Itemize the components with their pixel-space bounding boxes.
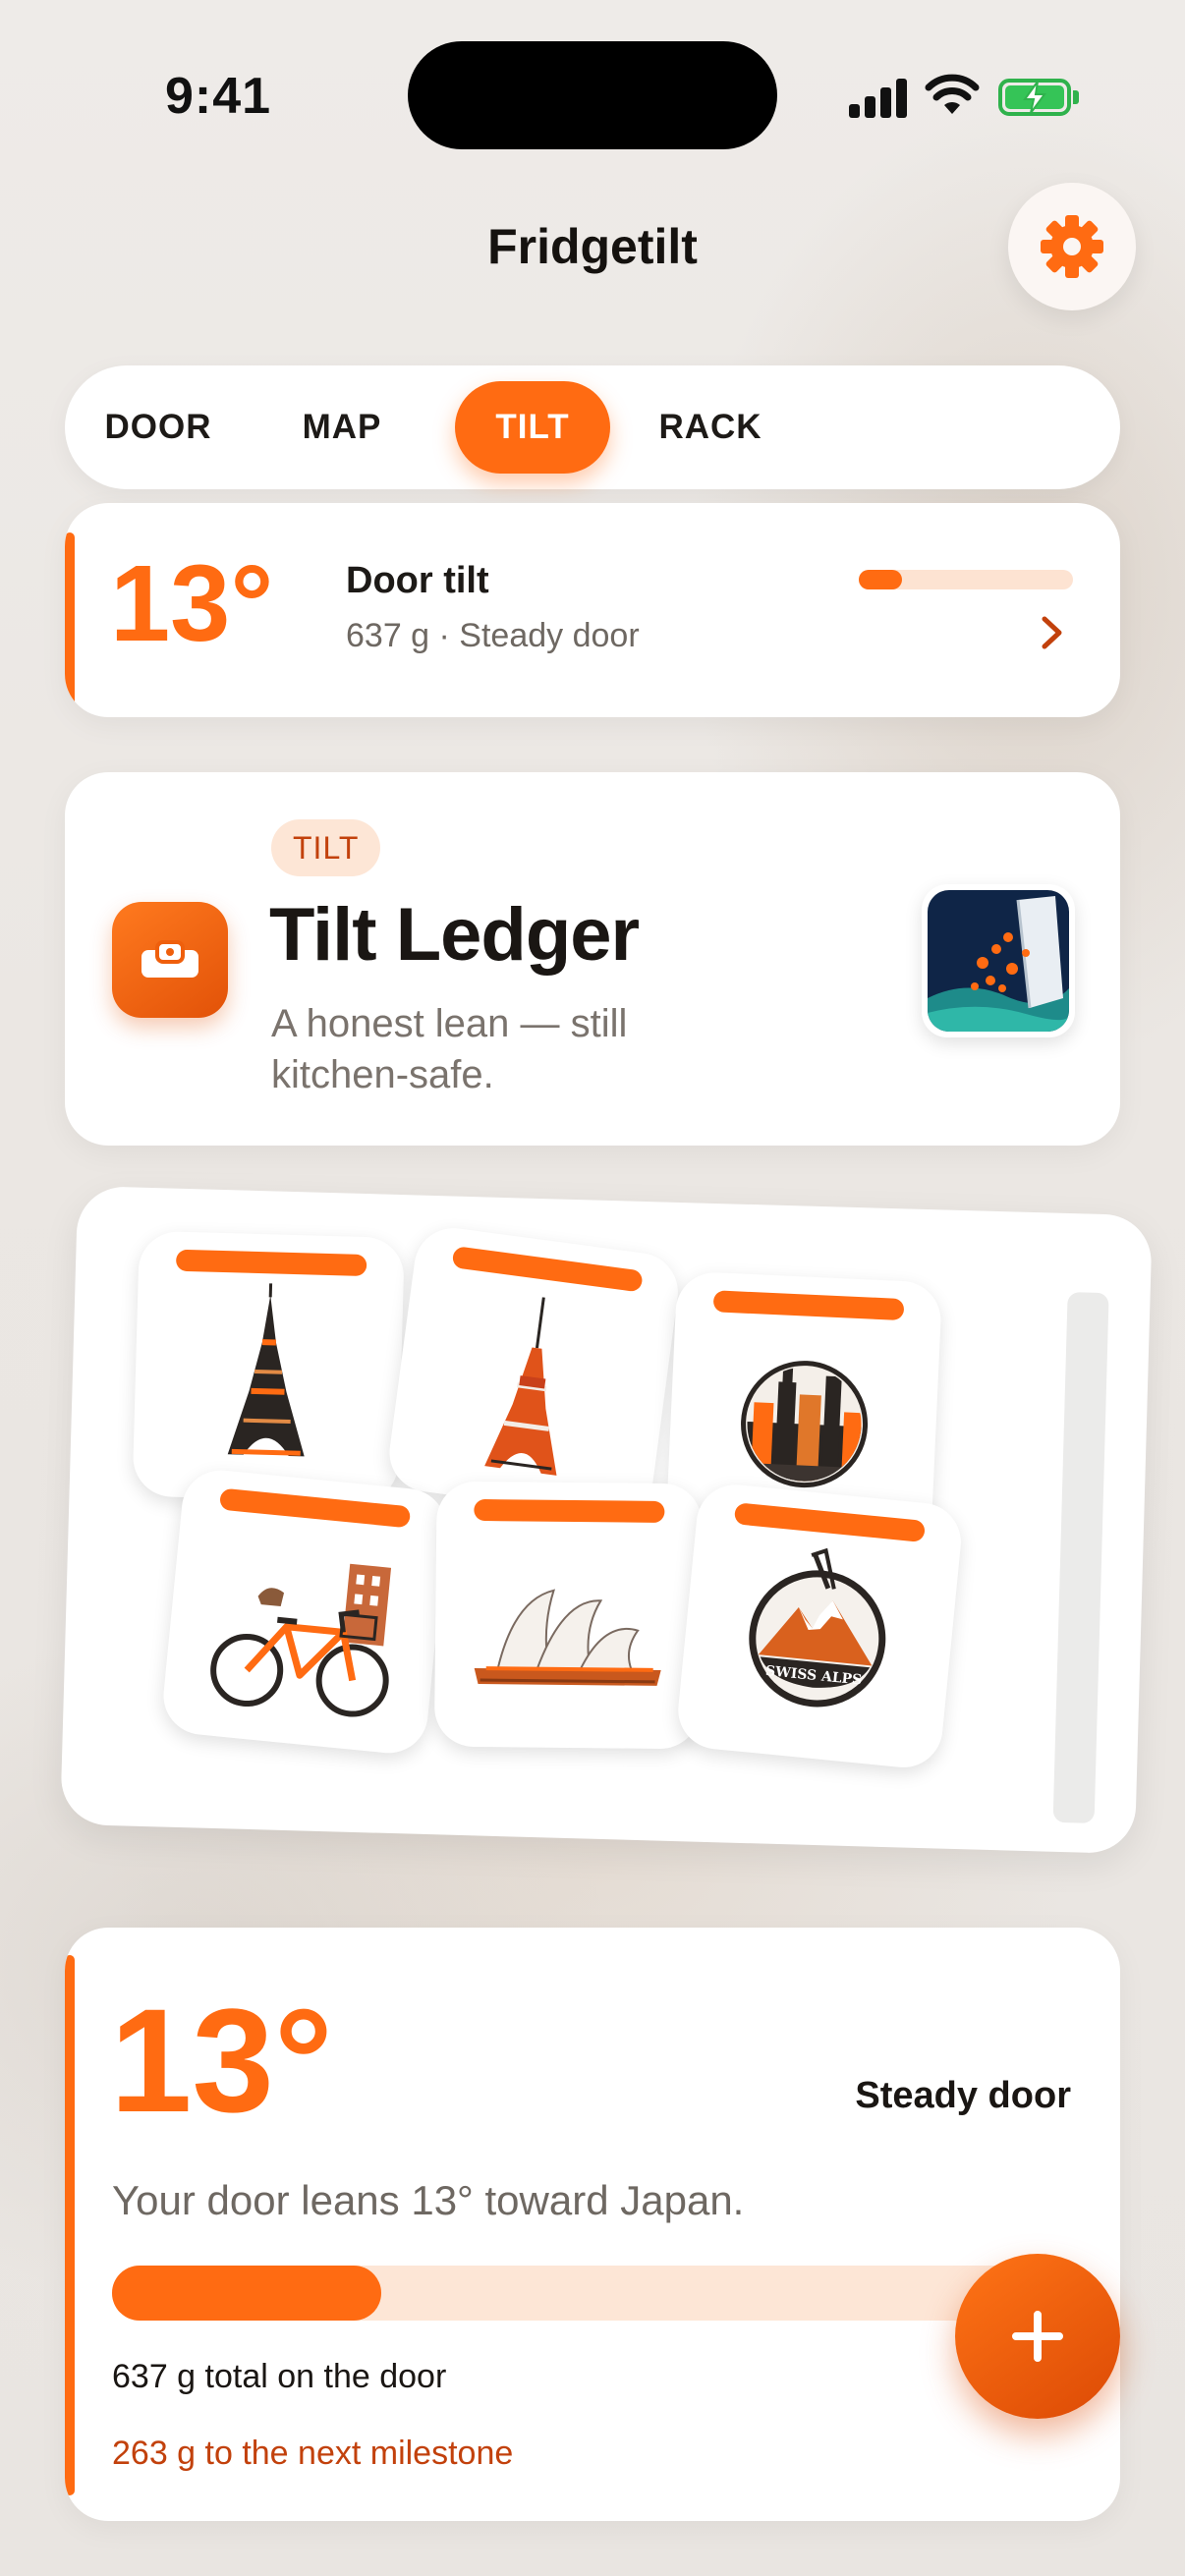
accent-bar bbox=[65, 1955, 75, 2495]
tokyo-tower-magnet[interactable] bbox=[384, 1223, 683, 1522]
add-button[interactable] bbox=[955, 2254, 1120, 2419]
battery-charging-icon bbox=[998, 79, 1079, 116]
summary-subtitle: 637 g · Steady door bbox=[346, 617, 640, 654]
ledger-title: Tilt Ledger bbox=[269, 893, 640, 977]
ledger-description: A honest lean — still kitchen-safe. bbox=[271, 1002, 628, 1096]
opera-house-icon bbox=[474, 1589, 661, 1686]
spirit-level-icon bbox=[112, 902, 228, 1018]
eiffel-tower-icon bbox=[227, 1283, 305, 1457]
summary-progress-bar bbox=[859, 570, 1073, 589]
tilt-ledger-card[interactable]: TILT Tilt Ledger A honest lean — still k… bbox=[65, 772, 1120, 1146]
eiffel-tower-magnet[interactable] bbox=[132, 1230, 405, 1504]
tilt-sentence: Your door leans 13° toward Japan. bbox=[112, 2177, 745, 2223]
tilt-degrees: 13° bbox=[110, 543, 274, 664]
settings-button[interactable] bbox=[1008, 183, 1136, 310]
chevron-right-icon bbox=[1042, 616, 1062, 649]
door-state: Steady door bbox=[855, 2075, 1071, 2116]
dynamic-island bbox=[408, 41, 777, 149]
status-bar: 9:41 bbox=[0, 0, 1185, 196]
fridge-door-board[interactable]: SWISS ALPS bbox=[60, 1185, 1153, 1855]
summary-progress-fill bbox=[859, 570, 902, 589]
tab-rack[interactable]: RACK bbox=[647, 381, 774, 474]
accent-bar bbox=[65, 532, 75, 717]
category-badge: TILT bbox=[271, 819, 381, 876]
bicycle-icon bbox=[210, 1563, 392, 1717]
tilt-degrees-large: 13° bbox=[110, 1978, 333, 2143]
plus-icon bbox=[1012, 2311, 1063, 2362]
sydney-opera-house-magnet[interactable] bbox=[433, 1481, 703, 1750]
fridge-magnets-thumbnail bbox=[922, 884, 1075, 1037]
tab-door[interactable]: DOOR bbox=[85, 381, 232, 474]
status-time: 9:41 bbox=[165, 68, 272, 125]
gear-icon bbox=[1041, 215, 1103, 278]
tab-map[interactable]: MAP bbox=[283, 381, 401, 474]
door-tilt-summary-card[interactable]: 13° Door tilt 637 g · Steady door bbox=[65, 503, 1120, 717]
swiss-alps-magnet[interactable]: SWISS ALPS bbox=[674, 1481, 965, 1771]
swiss-alps-icon: SWISS ALPS bbox=[749, 1547, 886, 1708]
milestone-progress-fill bbox=[112, 2266, 382, 2321]
door-handle bbox=[1052, 1292, 1109, 1823]
tokyo-tower-icon bbox=[484, 1297, 557, 1476]
total-weight: 637 g total on the door bbox=[112, 2358, 447, 2395]
next-milestone: 263 g to the next milestone bbox=[112, 2435, 514, 2472]
wifi-icon bbox=[925, 74, 980, 114]
tab-tilt[interactable]: TILT bbox=[455, 381, 610, 474]
bicycle-magnet[interactable] bbox=[159, 1466, 450, 1758]
tilt-stats-card: 13° Steady door Your door leans 13° towa… bbox=[65, 1928, 1120, 2521]
segmented-tab-bar: DOOR MAP TILT RACK bbox=[65, 365, 1120, 489]
milestone-progress-bar bbox=[112, 2266, 1075, 2321]
cellular-signal-icon bbox=[849, 77, 908, 118]
summary-label: Door tilt bbox=[346, 560, 489, 601]
